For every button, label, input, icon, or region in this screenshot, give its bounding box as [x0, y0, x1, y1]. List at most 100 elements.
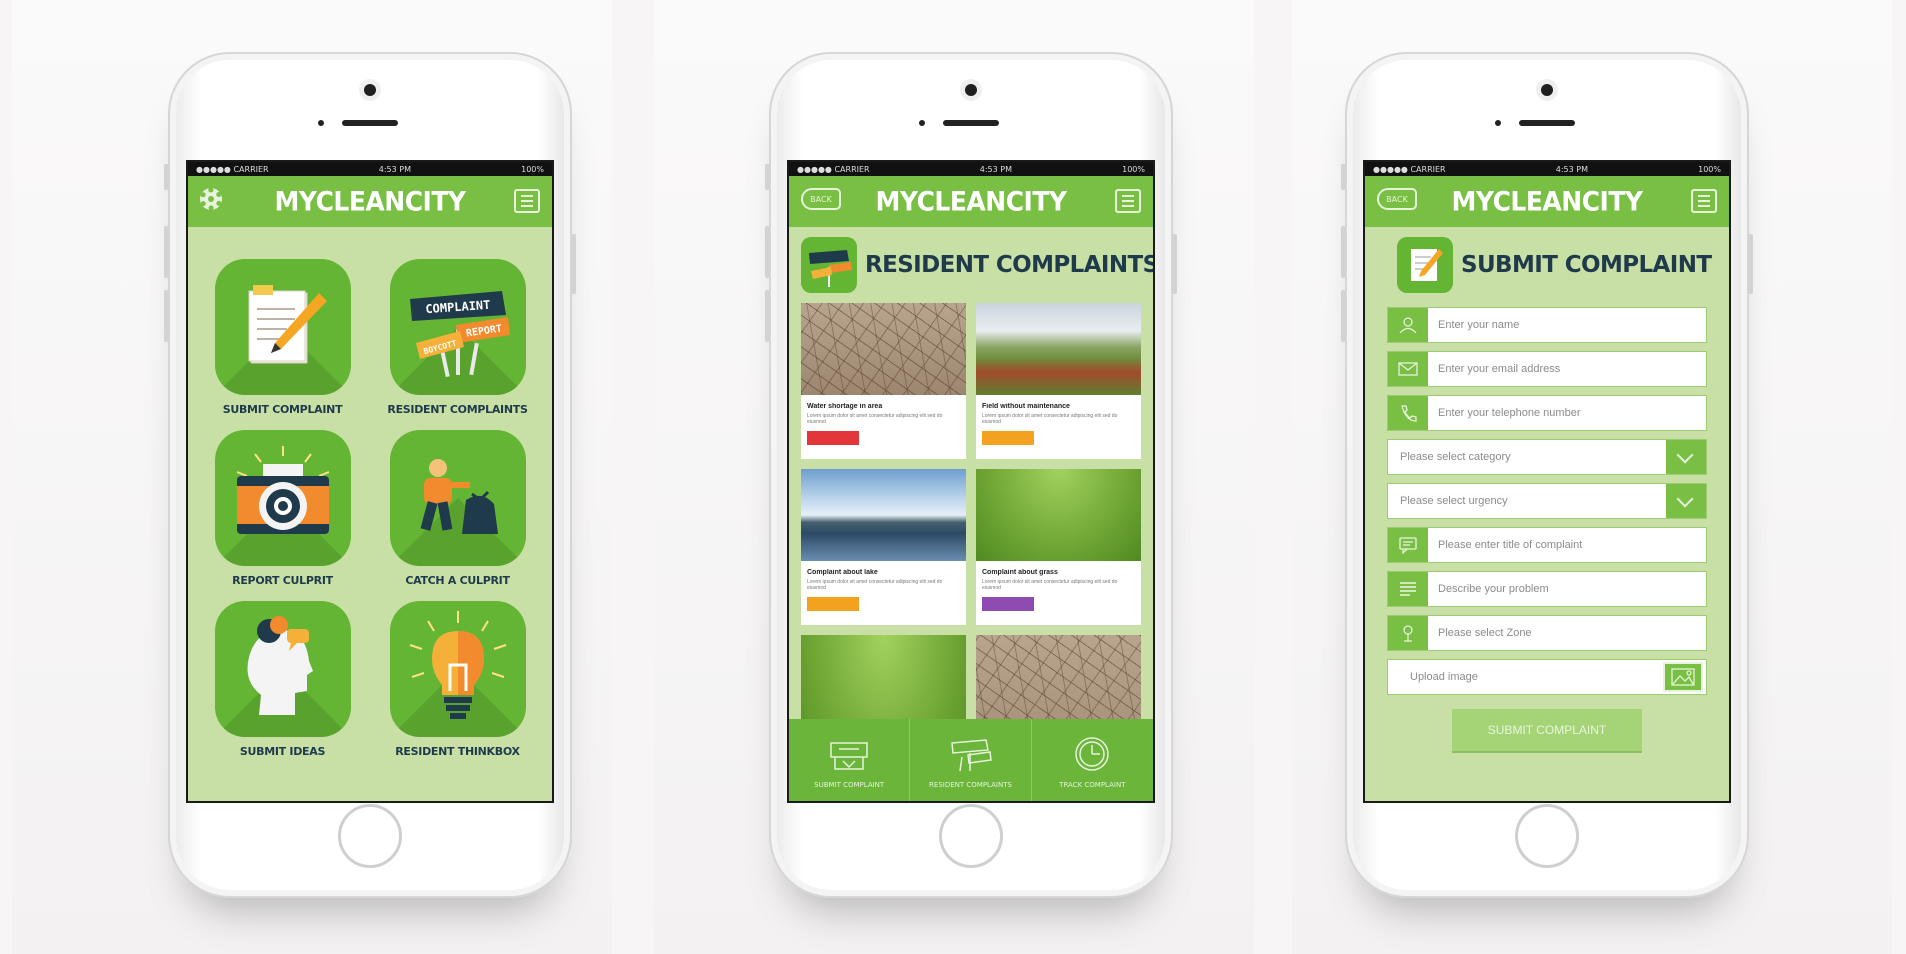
app-header: BACK MYCLEANCITY: [1365, 176, 1729, 227]
email-field[interactable]: Enter your email address: [1387, 351, 1707, 387]
power-button: [1748, 234, 1753, 294]
home-button[interactable]: [1515, 804, 1579, 868]
zone-input[interactable]: Please select Zone: [1428, 616, 1706, 650]
home-button[interactable]: [939, 804, 1003, 868]
envelope-icon: [1388, 352, 1428, 386]
nav-label: SUBMIT COMPLAINT: [814, 781, 885, 789]
phone-icon: [1388, 396, 1428, 430]
tile-resident-complaints[interactable]: COMPLAINT REPORT BOYCOTT RESIDENT COMPLA…: [385, 259, 530, 416]
lake-image: [801, 469, 966, 561]
description-field[interactable]: Describe your problem: [1387, 571, 1707, 607]
grass-image: [976, 469, 1141, 561]
poppy-field-image: [976, 303, 1141, 395]
tile-submit-complaint[interactable]: SUBMIT COMPLAINT: [210, 259, 355, 416]
card-description: Lorem ipsum dolor sit amet consectetur a…: [982, 413, 1118, 425]
complaint-card[interactable]: Water shortage in area Lorem ipsum dolor…: [801, 303, 966, 459]
menu-line: [1122, 200, 1134, 202]
telephone-field[interactable]: Enter your telephone number: [1387, 395, 1707, 431]
card-status-tag[interactable]: [807, 431, 859, 445]
menu-line: [1122, 205, 1134, 207]
complaint-card[interactable]: Field without maintenance Lorem ipsum do…: [976, 303, 1141, 459]
gear-icon: [200, 188, 222, 210]
menu-button[interactable]: [1691, 189, 1717, 213]
lightbulb-icon: [389, 601, 526, 737]
settings-button[interactable]: [200, 188, 222, 210]
upload-image-field[interactable]: Upload image: [1387, 659, 1707, 695]
culprit-running-icon: [389, 430, 526, 566]
page-title: RESIDENT COMPLAINTS: [865, 252, 1155, 278]
card-description: Lorem ipsum dolor sit amet consectetur a…: [982, 579, 1118, 591]
card-status-tag[interactable]: [807, 597, 859, 611]
volume-down: [765, 290, 770, 342]
volume-up: [765, 226, 770, 278]
zone-field[interactable]: Please select Zone: [1387, 615, 1707, 651]
card-body: Water shortage in area Lorem ipsum dolor…: [801, 395, 966, 459]
tile-label: SUBMIT IDEAS: [239, 745, 326, 758]
telephone-input[interactable]: Enter your telephone number: [1428, 396, 1706, 430]
inbox-icon: [830, 742, 868, 770]
tile-report-culprit[interactable]: REPORT CULPRIT: [210, 430, 355, 587]
back-button[interactable]: BACK: [1377, 188, 1417, 210]
carrier-text: ●●●●● CARRIER: [196, 164, 269, 174]
menu-button[interactable]: [514, 189, 540, 213]
volume-down: [1341, 290, 1346, 342]
tile-resident-thinkbox[interactable]: RESIDENT THINKBOX: [385, 601, 530, 758]
status-bar: ●●●●● CARRIER 4:53 PM 100%: [188, 162, 552, 176]
volume-up: [164, 226, 169, 278]
menu-screen: ●●●●● CARRIER 4:53 PM 100% MYCLEANCITY S…: [186, 160, 554, 803]
battery-text: 100%: [1698, 164, 1721, 174]
front-camera: [1541, 84, 1553, 96]
back-label: BACK: [801, 188, 841, 210]
menu-line: [1698, 195, 1710, 197]
back-button[interactable]: BACK: [801, 188, 841, 210]
menu-line: [521, 195, 533, 197]
clock-text: 4:53 PM: [979, 164, 1012, 174]
card-status-tag[interactable]: [982, 597, 1034, 611]
menu-button[interactable]: [1115, 189, 1141, 213]
tile-submit-ideas[interactable]: SUBMIT IDEAS: [210, 601, 355, 758]
image-icon[interactable]: [1663, 662, 1703, 692]
urgency-select[interactable]: Please select urgency: [1387, 483, 1707, 519]
speaker-grille: [342, 120, 398, 126]
complaint-title-input[interactable]: Please enter title of complaint: [1428, 528, 1706, 562]
home-button[interactable]: [338, 804, 402, 868]
chevron-down-icon[interactable]: [1666, 440, 1706, 474]
tile-catch-culprit[interactable]: CATCH A CULPRIT: [385, 430, 530, 587]
battery-text: 100%: [521, 164, 544, 174]
submit-complaint-button[interactable]: SUBMIT COMPLAINT: [1452, 709, 1642, 751]
camera-icon: [214, 430, 351, 566]
section-header: SUBMIT COMPLAINT: [1365, 227, 1729, 301]
clipboard-pencil-icon: [1397, 237, 1453, 293]
lines-icon: [1388, 572, 1428, 606]
status-bar: ●●●●● CARRIER 4:53 PM 100%: [1365, 162, 1729, 176]
description-input[interactable]: Describe your problem: [1428, 572, 1706, 606]
card-title: Complaint about grass: [982, 569, 1058, 576]
menu-line: [521, 205, 533, 207]
complaint-card[interactable]: Complaint about grass Lorem ipsum dolor …: [976, 469, 1141, 625]
complaint-card[interactable]: Complaint about lake Lorem ipsum dolor s…: [801, 469, 966, 625]
app-title: MYCLEANCITY: [875, 185, 1067, 218]
complaints-screen: ●●●●● CARRIER 4:53 PM 100% BACK MYCLEANC…: [787, 160, 1155, 803]
name-field[interactable]: Enter your name: [1387, 307, 1707, 343]
nav-submit-complaint[interactable]: SUBMIT COMPLAINT: [789, 719, 911, 801]
sensor-dot: [318, 120, 324, 126]
volume-down: [164, 290, 169, 342]
email-input[interactable]: Enter your email address: [1428, 352, 1706, 386]
category-select[interactable]: Please select category: [1387, 439, 1707, 475]
status-bar: ●●●●● CARRIER 4:53 PM 100%: [789, 162, 1153, 176]
power-button: [1172, 234, 1177, 294]
location-pin-icon: [1388, 616, 1428, 650]
nav-resident-complaints[interactable]: RESIDENT COMPLAINTS: [910, 719, 1032, 801]
battery-text: 100%: [1122, 164, 1145, 174]
category-select-value: Please select category: [1400, 451, 1511, 463]
sensor-dot: [1495, 120, 1501, 126]
name-input[interactable]: Enter your name: [1428, 308, 1706, 342]
nav-track-complaint[interactable]: TRACK COMPLAINT: [1032, 719, 1153, 801]
complaint-title-field[interactable]: Please enter title of complaint: [1387, 527, 1707, 563]
page-title: SUBMIT COMPLAINT: [1461, 252, 1712, 278]
card-status-tag[interactable]: [982, 431, 1034, 445]
chevron-down-icon[interactable]: [1666, 484, 1706, 518]
card-title: Complaint about lake: [807, 569, 878, 576]
submit-screen: ●●●●● CARRIER 4:53 PM 100% BACK MYCLEANC…: [1363, 160, 1731, 803]
mute-switch: [765, 164, 770, 190]
